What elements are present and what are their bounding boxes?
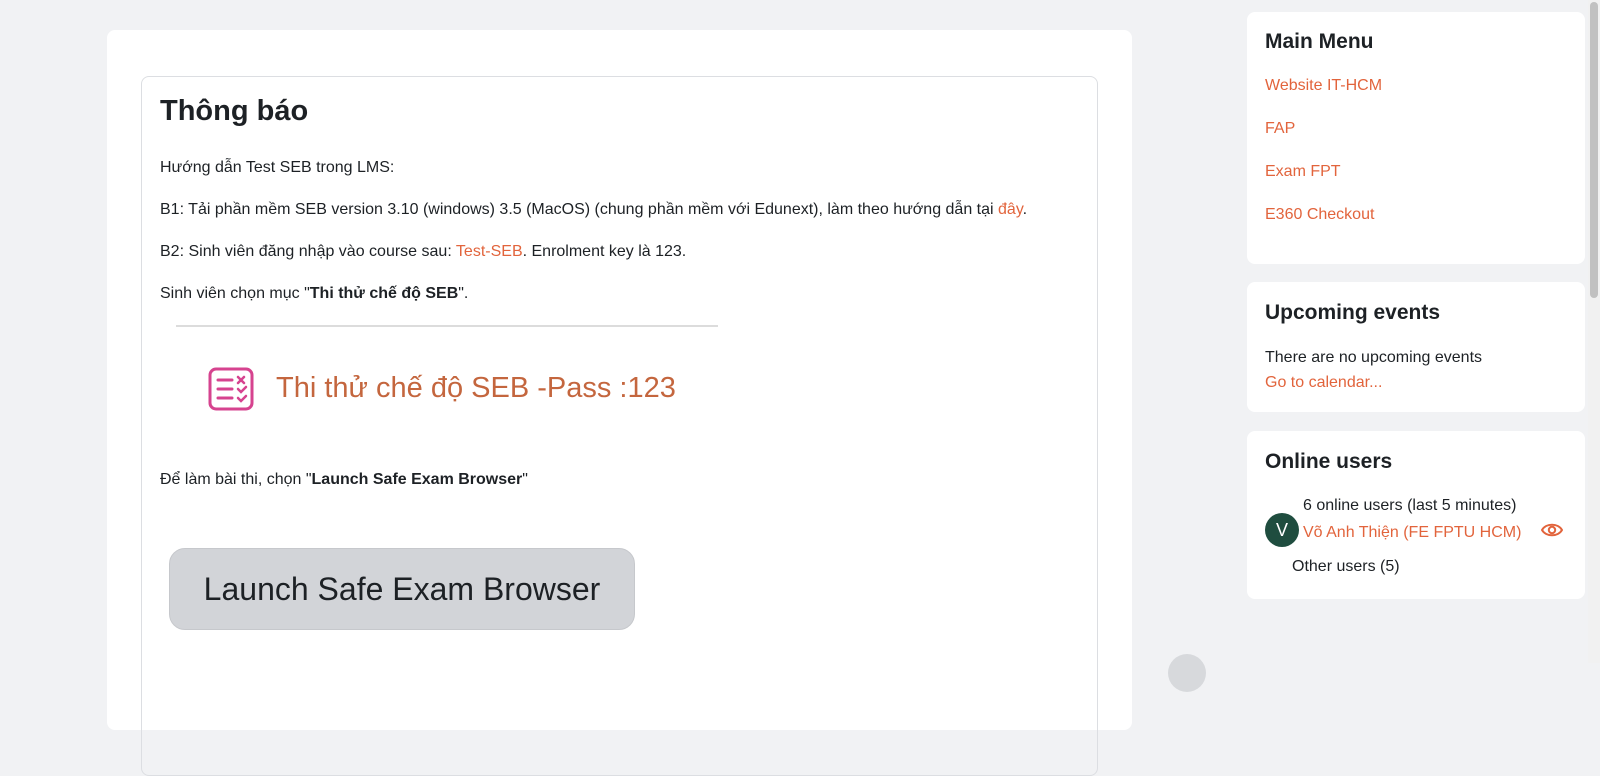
- step1-guide-link[interactable]: đây: [998, 201, 1023, 218]
- step1-end: .: [1022, 201, 1028, 218]
- avatar: V: [1265, 513, 1299, 547]
- notice-step2: B2: Sinh viên đăng nhập vào course sau: …: [160, 242, 686, 262]
- upcoming-events-title: Upcoming events: [1265, 301, 1441, 324]
- notice-intro: Hướng dẫn Test SEB trong LMS:: [160, 159, 395, 176]
- quiz-preview-title: Thi thử chế độ SEB -Pass :123: [276, 372, 676, 404]
- choose-prefix: Sinh viên chọn mục ": [160, 285, 310, 302]
- exam-suffix: ": [522, 471, 528, 488]
- quiz-preview-image: Thi thử chế độ SEB -Pass :123: [176, 325, 718, 425]
- notice-exam-instruction: Để làm bài thi, chọn "Launch Safe Exam B…: [160, 470, 528, 490]
- other-users-text: Other users (5): [1292, 558, 1400, 575]
- test-seb-course-link[interactable]: Test-SEB: [456, 243, 523, 260]
- notice-title: Thông báo: [160, 95, 309, 127]
- main-menu-title: Main Menu: [1265, 30, 1374, 53]
- scrollbar-thumb[interactable]: [1590, 2, 1598, 298]
- main-content-card: Thông báo Hướng dẫn Test SEB trong LMS: …: [107, 30, 1132, 776]
- choose-bold: Thi thử chế độ SEB: [309, 285, 459, 302]
- page-scrollbar[interactable]: [1588, 0, 1600, 663]
- menu-link-fap[interactable]: FAP: [1265, 120, 1295, 138]
- choose-suffix: ".: [458, 285, 469, 302]
- menu-link-e360-checkout[interactable]: E360 Checkout: [1265, 206, 1374, 224]
- step2-end: . Enrolment key là 123.: [522, 243, 687, 260]
- go-to-calendar-link[interactable]: Go to calendar...: [1265, 374, 1382, 392]
- preview-divider: [176, 325, 718, 327]
- online-user-link[interactable]: Võ Anh Thiện (FE FPTU HCM): [1303, 524, 1521, 542]
- eye-icon[interactable]: [1541, 521, 1563, 539]
- step1-text: B1: Tải phần mềm SEB version 3.10 (windo…: [160, 201, 999, 218]
- quiz-icon: [208, 367, 254, 411]
- no-events-text: There are no upcoming events: [1265, 349, 1483, 366]
- exam-bold: Launch Safe Exam Browser: [311, 471, 523, 488]
- menu-link-website-it-hcm[interactable]: Website IT-HCM: [1265, 77, 1382, 95]
- online-users-summary: 6 online users (last 5 minutes): [1303, 497, 1517, 514]
- menu-link-exam-fpt[interactable]: Exam FPT: [1265, 163, 1341, 181]
- notice-step1: B1: Tải phần mềm SEB version 3.10 (windo…: [160, 200, 1027, 220]
- scroll-to-top-button[interactable]: [1168, 654, 1206, 692]
- notice-choose: Sinh viên chọn mục "Thi thử chế độ SEB".: [160, 284, 468, 304]
- exam-prefix: Để làm bài thi, chọn ": [160, 471, 312, 488]
- launch-seb-button-image: Launch Safe Exam Browser: [169, 548, 635, 630]
- notice-box: Thông báo Hướng dẫn Test SEB trong LMS: …: [141, 76, 1098, 776]
- upcoming-events-block: Upcoming events There are no upcoming ev…: [1247, 282, 1585, 412]
- online-users-block: Online users 6 online users (last 5 minu…: [1247, 431, 1585, 599]
- right-drawer: Main Menu Website IT-HCM FAP Exam FPT E3…: [1240, 0, 1586, 663]
- online-users-title: Online users: [1265, 450, 1393, 473]
- main-menu-block: Main Menu Website IT-HCM FAP Exam FPT E3…: [1247, 12, 1585, 264]
- step2-text: B2: Sinh viên đăng nhập vào course sau:: [160, 243, 456, 260]
